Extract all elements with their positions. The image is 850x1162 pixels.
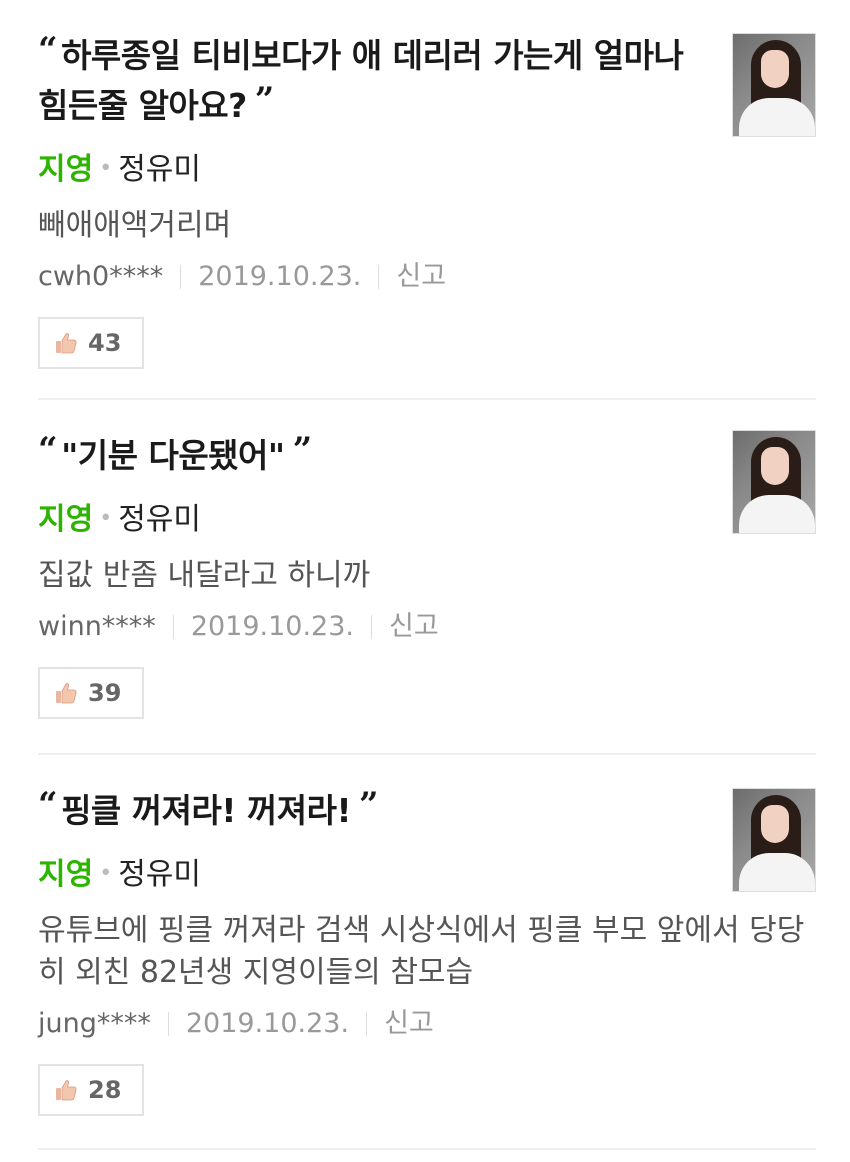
review-info: jung**** 2019.10.23. 신고 [38, 1006, 850, 1042]
review-info: winn**** 2019.10.23. 신고 [38, 609, 850, 645]
review-body: 유튜브에 핑클 꺼져라 검색 시상식에서 핑클 부모 앞에서 당당히 외친 82… [38, 913, 805, 990]
character-meta: 지영 • 정유미 [38, 500, 850, 539]
review-quote-text: "기분 다운됐어" [61, 436, 285, 475]
review-body: 빼애애액거리며 [38, 208, 232, 243]
photo-face-shape [761, 447, 789, 485]
review-quote-text: 핑클 꺼져라! 꺼져라! [61, 791, 352, 830]
info-divider [371, 615, 372, 639]
actor-name[interactable]: 정유미 [118, 152, 201, 187]
like-button[interactable]: 28 [38, 1064, 144, 1116]
character-meta: 지영 • 정유미 [38, 150, 850, 189]
review-quote-text: 하루종일 티비보다가 애 데리러 가는게 얼마나 힘든줄 알아요? [38, 36, 684, 125]
close-quote-mark: ” [254, 80, 275, 120]
report-link[interactable]: 신고 [389, 609, 439, 645]
info-divider [167, 1012, 169, 1036]
actor-name[interactable]: 정유미 [118, 502, 201, 537]
photo-shirt-shape [739, 495, 815, 533]
reviewer-id: winn**** [38, 611, 156, 642]
review-info: cwh0**** 2019.10.23. 신고 [38, 259, 850, 295]
reviewer-id: jung**** [38, 1008, 151, 1039]
separator-dot: • [99, 156, 113, 181]
photo-shirt-shape [739, 98, 815, 136]
like-count: 43 [88, 329, 122, 357]
info-divider [378, 265, 380, 289]
like-count: 39 [88, 679, 122, 707]
review-item: “핑클 꺼져라! 꺼져라!” 지영 • 정유미 유튜브에 핑클 꺼져라 검색 시상식… [0, 755, 850, 1150]
actor-profile-photo[interactable] [732, 33, 816, 137]
close-quote-mark: ” [359, 785, 379, 825]
photo-shirt-shape [739, 853, 815, 891]
review-item: “하루종일 티비보다가 애 데리러 가는게 얼마나 힘든줄 알아요?” 지영 • 정… [0, 0, 850, 400]
review-item: “"기분 다운됐어"” 지영 • 정유미 집값 반좀 내달라고 하니까 winn**… [0, 400, 850, 755]
separator-dot: • [99, 861, 113, 886]
photo-face-shape [761, 805, 789, 843]
actor-name[interactable]: 정유미 [118, 857, 201, 892]
review-quote-title: “하루종일 티비보다가 애 데리러 가는게 얼마나 힘든줄 알아요?” [38, 28, 698, 128]
character-meta: 지영 • 정유미 [38, 855, 850, 894]
thumbs-up-icon [56, 683, 77, 704]
open-quote-mark: “ [38, 785, 58, 825]
reviewer-id: cwh0**** [38, 261, 164, 292]
info-divider [366, 1012, 368, 1036]
close-quote-mark: ” [292, 430, 313, 470]
thumbs-up-icon [56, 1080, 77, 1101]
info-divider [172, 615, 174, 639]
review-quote-title: “핑클 꺼져라! 꺼져라!” [38, 783, 698, 833]
photo-face-shape [761, 50, 789, 88]
like-count: 28 [88, 1076, 122, 1104]
review-date: 2019.10.23. [185, 1008, 350, 1039]
review-list: “하루종일 티비보다가 애 데리러 가는게 얼마나 힘든줄 알아요?” 지영 • 정… [0, 0, 850, 1150]
separator-dot: • [99, 506, 113, 531]
actor-profile-photo[interactable] [732, 788, 816, 892]
report-link[interactable]: 신고 [396, 259, 446, 295]
character-name[interactable]: 지영 [38, 152, 93, 187]
like-button[interactable]: 43 [38, 317, 144, 369]
report-link[interactable]: 신고 [384, 1006, 434, 1042]
open-quote-mark: “ [38, 430, 58, 470]
review-date: 2019.10.23. [190, 611, 354, 642]
review-date: 2019.10.23. [198, 261, 362, 292]
info-divider [180, 265, 182, 289]
thumbs-up-icon [56, 333, 77, 354]
review-quote-title: “"기분 다운됐어"” [38, 428, 698, 478]
review-body: 집값 반좀 내달라고 하니까 [38, 558, 371, 593]
actor-profile-photo[interactable] [732, 430, 816, 534]
character-name[interactable]: 지영 [38, 502, 93, 537]
like-button[interactable]: 39 [38, 667, 144, 719]
character-name[interactable]: 지영 [38, 857, 93, 892]
open-quote-mark: “ [38, 30, 58, 70]
